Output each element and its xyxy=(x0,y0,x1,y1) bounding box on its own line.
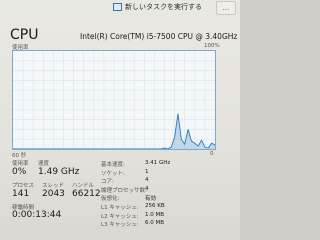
new-task-button[interactable]: 新しいタスクを実行する xyxy=(113,0,202,14)
detail-label: L3 キャッシュ: xyxy=(101,222,139,229)
detail-value: 有効 xyxy=(145,196,157,203)
graph-label-max: 100% xyxy=(204,43,220,49)
handles-value: 66212 xyxy=(72,189,101,199)
detail-label: ソケット: xyxy=(101,170,125,177)
detail-label: 論理プロセッサ数: xyxy=(101,187,147,194)
detail-value: 1.0 MB xyxy=(145,211,165,218)
detail-value: 256 KB xyxy=(145,203,165,209)
processes-label: プロセス xyxy=(12,183,35,189)
cpu-usage-graph xyxy=(12,50,216,150)
detail-label: コア: xyxy=(101,179,114,186)
utilization-label: 使用率 xyxy=(12,161,29,167)
detail-value: 6.0 MB xyxy=(145,220,165,227)
detail-value: 4 xyxy=(145,185,149,192)
detail-label: 基本速度: xyxy=(101,162,125,168)
speed-value: 1.49 GHz xyxy=(38,167,80,177)
handles-label: ハンドル xyxy=(72,183,95,189)
detail-label: L1 キャッシュ: xyxy=(101,205,139,211)
more-options-button[interactable]: ... xyxy=(216,1,236,15)
threads-label: スレッド xyxy=(42,183,65,189)
detail-value: 4 xyxy=(145,177,149,184)
uptime-value: 0:00:13:44 xyxy=(12,210,62,220)
cpu-model-name: Intel(R) Core(TM) i5-7500 CPU @ 3.40GHz xyxy=(80,32,238,41)
window-icon xyxy=(113,3,122,11)
detail-label: 仮想化: xyxy=(101,196,120,203)
cpu-usage-chart xyxy=(13,51,215,149)
page-title: CPU xyxy=(10,27,39,43)
graph-time-label: 60 秒 xyxy=(12,153,27,159)
speed-label: 速度 xyxy=(38,161,50,167)
threads-value: 2043 xyxy=(42,189,65,199)
graph-min-label: 0 xyxy=(210,151,214,157)
utilization-value: 0% xyxy=(12,167,27,177)
processes-value: 141 xyxy=(12,189,30,199)
task-manager-cpu-panel: 新しいタスクを実行する ... CPU Intel(R) Core(TM) i5… xyxy=(0,0,240,240)
detail-label: L2 キャッシュ: xyxy=(101,213,139,220)
detail-value: 3.41 GHz xyxy=(145,160,171,166)
new-task-label: 新しいタスクを実行する xyxy=(125,3,202,11)
detail-value: 1 xyxy=(145,168,149,175)
